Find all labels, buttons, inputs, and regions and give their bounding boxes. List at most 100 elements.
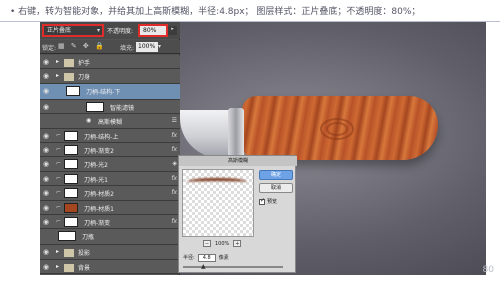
expand-arrow-icon[interactable]: ▸ <box>56 58 59 65</box>
ok-button[interactable]: 确定 <box>259 170 293 180</box>
layer-name: 智能滤镜 <box>110 104 135 112</box>
link-icon: ⌐ <box>56 145 62 153</box>
radius-input[interactable]: 4.8 <box>197 254 216 262</box>
eye-icon[interactable]: ◉ <box>43 263 49 271</box>
filter-mask-thumbnail <box>86 101 104 112</box>
layer-thumbnail <box>64 144 78 155</box>
cancel-button[interactable]: 取消 <box>259 183 293 193</box>
layer-name: 刀柄-结构-下 <box>86 88 121 96</box>
zoom-value: 100% <box>215 241 230 247</box>
layers-list: ◉ ▸ 护手 ◉ ▸ 刀身 ◉ 刀柄-结构-下 ◉ 智能滤镜 ◉ 高斯模糊 ☰ … <box>40 55 180 275</box>
layer-name: 背景 <box>78 264 91 272</box>
radius-label: 半径: <box>183 255 195 261</box>
eye-icon[interactable]: ◉ <box>43 218 49 226</box>
expand-arrow-icon[interactable]: ▸ <box>56 263 59 270</box>
chevron-down-icon: ▾ <box>96 27 100 34</box>
layer-thumbnail <box>66 85 80 96</box>
fx-icon[interactable]: fx <box>171 189 177 196</box>
filter-options-icon[interactable]: ☰ <box>172 117 177 124</box>
folder-icon <box>64 59 74 67</box>
eye-icon[interactable]: ◉ <box>43 132 49 140</box>
blend-mode-value: 正片叠底 <box>47 27 72 34</box>
layer-name: 刀瓶 <box>82 234 95 242</box>
eye-icon[interactable]: ◉ <box>43 204 49 212</box>
wood-texture-thumbnail <box>64 202 78 213</box>
smart-object-icon: ◈ <box>172 160 177 168</box>
eye-icon[interactable]: ◉ <box>43 72 49 80</box>
eye-icon[interactable]: ◉ <box>43 87 49 95</box>
layer-row[interactable]: ◉ ⌐ 刀柄-光2 ◈ <box>40 157 180 172</box>
eye-icon[interactable]: ◉ <box>86 117 91 124</box>
fill-label: 填充: <box>120 45 135 52</box>
slider-knob-icon[interactable]: ▲ <box>201 263 206 270</box>
radius-row: 半径: 4.8 像素 <box>183 254 229 262</box>
knife-bolster <box>228 108 244 158</box>
lock-row: 锁定: ▦ ✎ ✥ 🔒 填充: 100% ▾ <box>40 40 180 54</box>
folder-icon <box>64 263 74 272</box>
layer-thumbnail <box>64 188 78 199</box>
layer-row[interactable]: ◉ ⌐ 刀柄-渐变 fx <box>40 214 180 230</box>
preview-label: 预览 <box>267 199 278 205</box>
link-icon: ⌐ <box>56 174 62 182</box>
blur-preview[interactable] <box>182 169 254 237</box>
wood-knot-inner <box>326 122 348 136</box>
lock-icons[interactable]: ▦ ✎ ✥ 🔒 <box>58 42 106 50</box>
layer-row[interactable]: ◉ ⌐ 刀柄-材质2 fx <box>40 186 180 201</box>
layer-name: 刀柄-渐变2 <box>84 147 114 155</box>
layer-thumbnail <box>64 173 78 184</box>
layer-row[interactable]: ◉ ▸ 刀身 <box>40 69 180 84</box>
layer-name: 刀身 <box>78 74 91 82</box>
fx-icon[interactable]: fx <box>171 146 177 153</box>
folder-icon <box>64 73 74 82</box>
layer-thumbnail <box>64 130 78 141</box>
opacity-input[interactable]: 80% <box>138 24 168 37</box>
expand-arrow-icon[interactable]: ▸ <box>56 248 59 255</box>
blend-mode-select[interactable]: 正片叠底 ▾ <box>42 24 104 37</box>
eye-icon[interactable]: ◉ <box>43 248 49 256</box>
radius-slider[interactable]: ▲ <box>183 263 283 270</box>
layer-row[interactable]: ◉ ⌐ 刀柄-结构-上 fx <box>40 128 180 143</box>
filter-row[interactable]: ◉ 高斯模糊 ☰ <box>40 114 180 129</box>
eye-icon[interactable]: ◉ <box>43 146 49 154</box>
folder-icon <box>64 249 74 258</box>
zoom-in-button[interactable]: + <box>233 240 242 247</box>
eye-icon[interactable]: ◉ <box>43 103 49 111</box>
eye-icon[interactable]: ◉ <box>43 160 49 168</box>
expand-arrow-icon[interactable]: ▸ <box>56 72 59 79</box>
opacity-slider-icon[interactable]: ▸ <box>168 26 177 35</box>
layer-row[interactable]: ◉ ⌐ 刀柄-光1 fx <box>40 171 180 187</box>
eye-icon[interactable]: ◉ <box>43 189 49 197</box>
chevron-down-icon[interactable]: ▾ <box>158 43 161 50</box>
layer-name: 刀柄-渐变 <box>84 219 111 227</box>
preview-stroke <box>187 178 247 186</box>
link-icon: ⌐ <box>56 203 62 211</box>
lock-label: 锁定: <box>42 45 57 52</box>
layer-row[interactable]: ◉ ▸ 护手 <box>40 55 180 70</box>
fx-icon[interactable]: fx <box>171 132 177 139</box>
caption-bar: • 右键，转为智能对象，并给其加上高斯模糊，半径:4.8px； 图层样式：正片叠… <box>0 0 500 22</box>
layer-row[interactable]: ◉ ▸ 背景 <box>40 259 180 275</box>
zoom-out-button[interactable]: − <box>203 240 211 247</box>
slide-number: 80 <box>482 265 494 275</box>
fill-input[interactable]: 100% <box>136 42 158 52</box>
filter-mask-row[interactable]: ◉ 智能滤镜 <box>40 99 180 115</box>
layer-name: 刀柄-材质2 <box>84 191 114 199</box>
layer-row[interactable]: ◉ ▸ 投影 <box>40 245 180 260</box>
eye-icon[interactable]: ◉ <box>43 175 49 183</box>
layer-row[interactable]: 刀瓶 <box>40 229 180 246</box>
fx-icon[interactable]: fx <box>171 218 177 225</box>
link-icon: ⌐ <box>56 160 62 168</box>
fx-icon[interactable]: fx <box>171 175 177 182</box>
zoom-row: −100% + <box>199 240 245 247</box>
layer-row[interactable]: ◉ ⌐ 刀柄-材质1 <box>40 200 180 215</box>
layer-name: 刀柄-材质1 <box>84 205 114 213</box>
link-icon: ⌐ <box>56 131 62 139</box>
blend-row: 正片叠底 ▾ 不透明度: 80% ▸ <box>40 22 180 39</box>
preview-checkbox[interactable]: 预览 <box>259 197 278 205</box>
checkbox-icon[interactable] <box>259 197 265 205</box>
gaussian-blur-dialog: 高斯模糊 确定 取消 复位 预览 −100%+ 半径:4.8像素 ▲ <box>178 155 297 273</box>
eye-icon[interactable]: ◉ <box>43 58 49 66</box>
layer-thumbnail <box>64 216 78 227</box>
layer-row[interactable]: ◉ ⌐ 刀柄-渐变2 fx <box>40 142 180 158</box>
layer-row-selected[interactable]: ◉ 刀柄-结构-下 <box>40 83 180 100</box>
